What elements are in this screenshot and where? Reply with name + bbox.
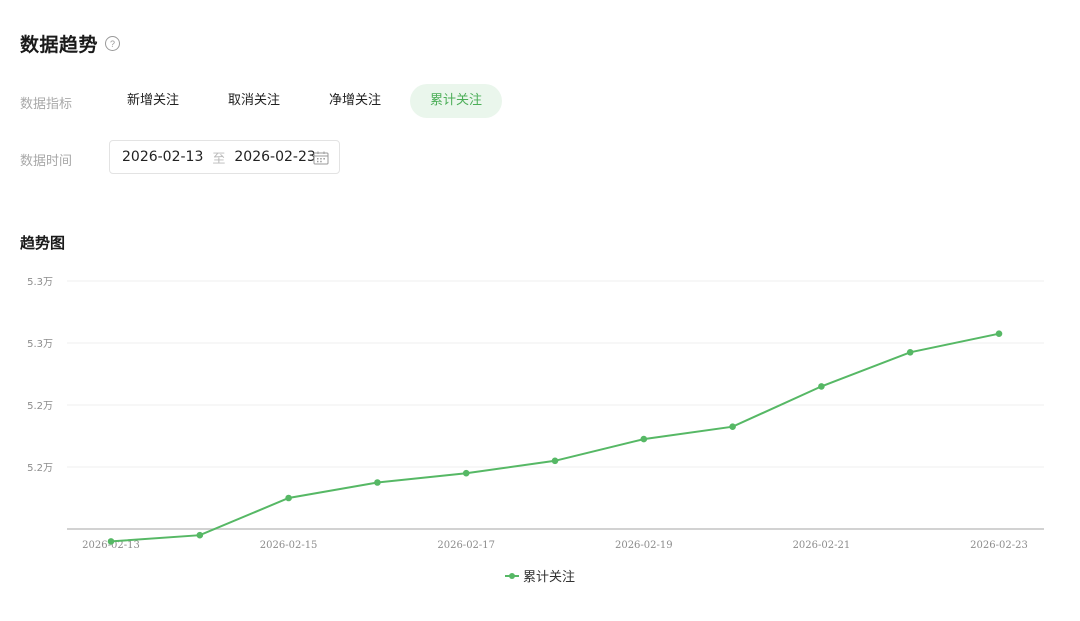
tab-total-follow[interactable]: 累计关注 — [410, 84, 503, 118]
legend-marker-icon — [504, 571, 519, 581]
x-tick-label: 2026-02-17 — [437, 540, 495, 551]
data-point — [640, 435, 648, 443]
page-title: 数据趋势 — [20, 34, 99, 56]
data-point — [995, 330, 1003, 337]
data-point — [285, 494, 292, 502]
series-line — [110, 332, 1000, 543]
data-point — [107, 538, 115, 545]
data-point — [462, 469, 470, 477]
calendar-icon[interactable] — [313, 151, 329, 165]
tab-unfollow[interactable]: 取消关注 — [208, 84, 300, 118]
data-point — [906, 349, 914, 356]
data-point — [374, 479, 381, 486]
legend-label: 累计关注 — [522, 570, 575, 585]
y-tick-label: 5.2万 — [27, 463, 53, 474]
x-tick-label: 2026-02-23 — [970, 540, 1028, 551]
end-date[interactable]: 2026-02-23 — [234, 149, 315, 165]
date-range-picker[interactable]: 2026-02-13 至 2026-02-23 — [109, 140, 340, 174]
y-tick-label: 5.3万 — [27, 339, 53, 350]
metric-row-label: 数据指标 — [20, 97, 73, 112]
time-row-label: 数据时间 — [20, 154, 73, 169]
data-point — [818, 383, 825, 390]
trend-line-chart: 5.3万5.3万5.2万5.2万2026-02-13 2026-02-15 2026… — [27, 277, 1044, 551]
x-tick-label: 2026-02-21 — [793, 540, 851, 551]
data-point — [729, 423, 736, 430]
chart-title: 趋势图 — [20, 234, 66, 252]
y-tick-label: 5.3万 — [27, 277, 53, 288]
chart-legend[interactable]: 累计关注 — [0, 566, 1080, 585]
data-point — [551, 457, 559, 465]
start-date[interactable]: 2026-02-13 — [122, 149, 203, 165]
data-point — [196, 531, 204, 539]
y-tick-label: 5.2万 — [27, 401, 53, 412]
x-tick-label: 2026-02-15 — [260, 540, 318, 551]
tab-new-follow[interactable]: 新增关注 — [107, 84, 199, 118]
date-separator: 至 — [212, 151, 226, 167]
tab-net-follow[interactable]: 净增关注 — [309, 84, 401, 118]
x-tick-label: 2026-02-19 — [615, 540, 673, 551]
question-circle-icon[interactable]: ? — [105, 36, 121, 51]
